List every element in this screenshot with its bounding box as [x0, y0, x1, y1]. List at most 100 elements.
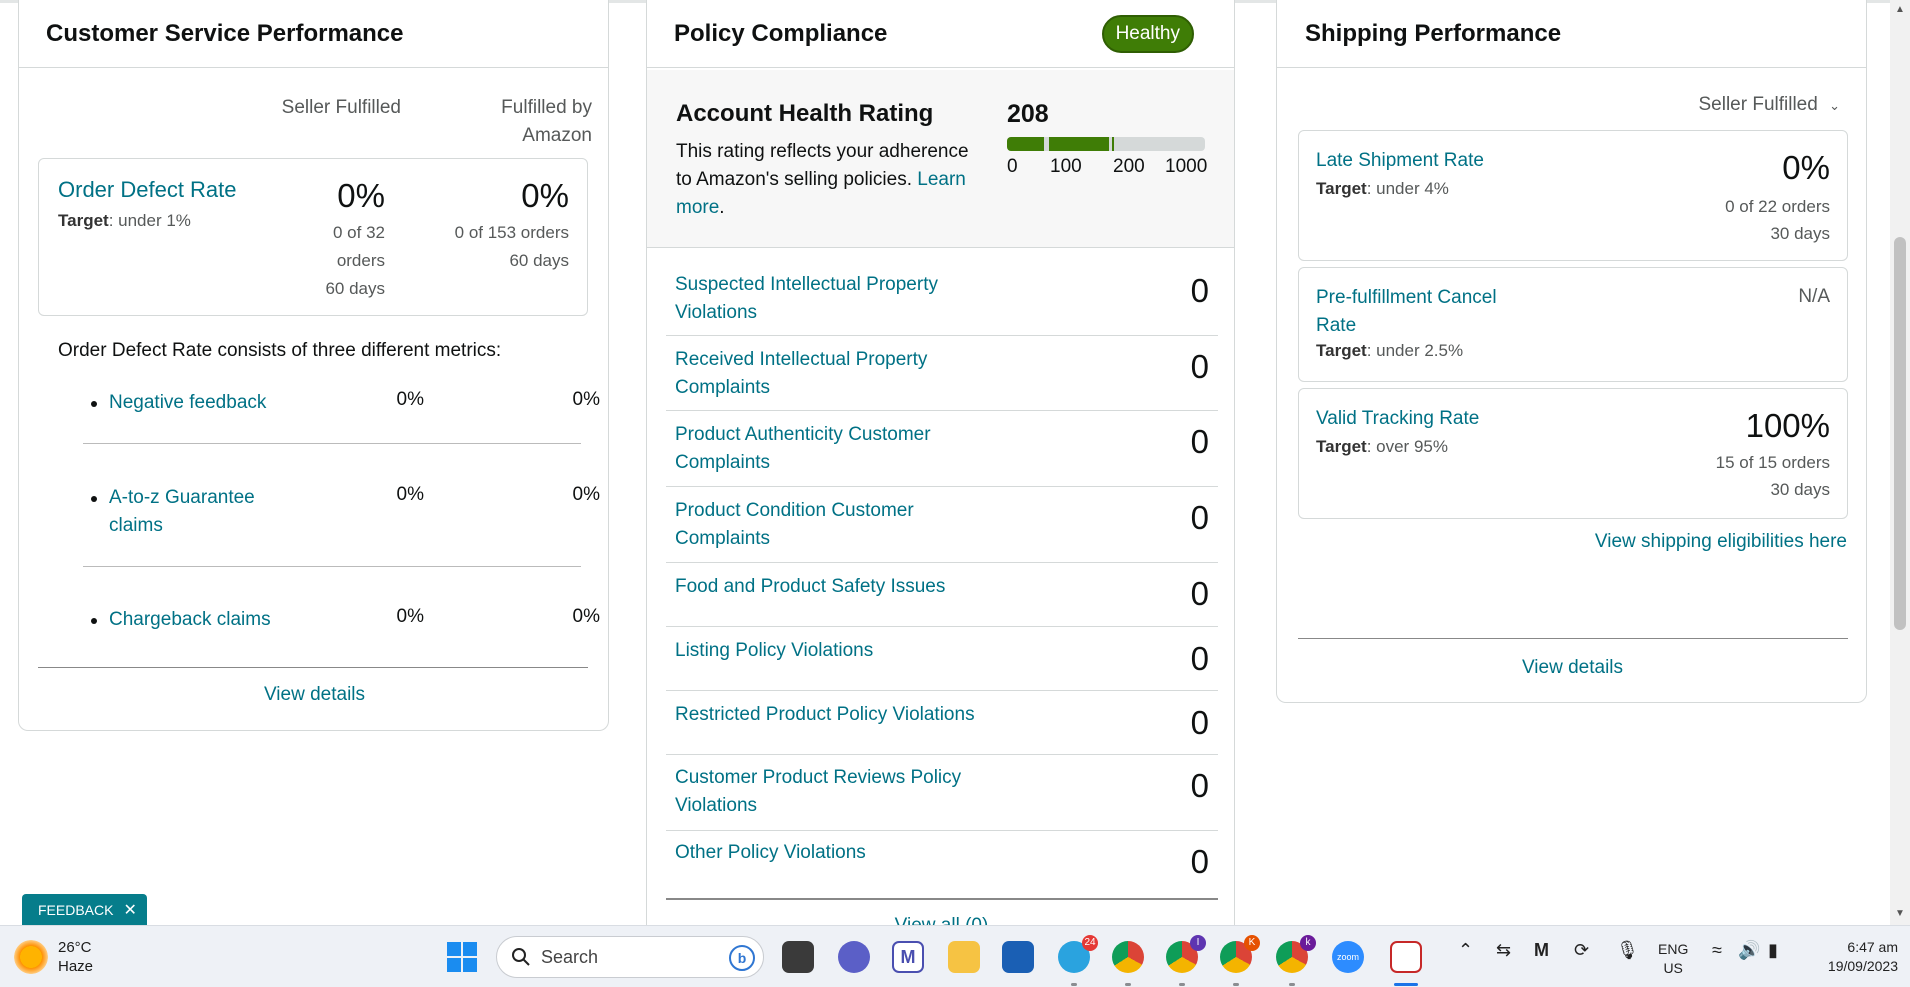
chrome-profile-icon[interactable]: k: [1276, 935, 1316, 973]
chevron-down-icon: ⌄: [1829, 98, 1840, 113]
policy-row: Received Intellectual Property Complaint…: [666, 336, 1218, 411]
metric-orders: 15 of 15 orders: [1715, 453, 1830, 472]
system-clock[interactable]: 6:47 am 19/09/2023: [1810, 938, 1898, 976]
bing-icon[interactable]: b: [729, 945, 755, 971]
language-indicator[interactable]: ENG US: [1658, 940, 1688, 978]
volume-icon[interactable]: 🔊: [1738, 940, 1760, 961]
order-defect-rate-link[interactable]: Order Defect Rate: [58, 177, 237, 203]
valid-tracking-rate-link[interactable]: Valid Tracking Rate: [1316, 405, 1479, 433]
bullet: [91, 496, 97, 502]
microsoft-store-icon[interactable]: [1002, 941, 1034, 973]
target-label: Target: [1316, 437, 1367, 456]
chrome-profile-icon[interactable]: I: [1166, 935, 1206, 973]
metric-fba-value: 0%: [572, 389, 600, 410]
view-details-link[interactable]: View details: [1277, 657, 1868, 679]
feedback-label: FEEDBACK: [38, 902, 114, 918]
microphone-icon[interactable]: 🎙: [1616, 940, 1639, 961]
column-header-seller: Seller Fulfilled: [281, 97, 401, 118]
weather-temp: 26°C: [58, 939, 92, 956]
pre-fulfillment-cancel-box: Pre-fulfillment Cancel Rate Target: unde…: [1298, 267, 1848, 382]
metric-target: Target: over 95%: [1316, 437, 1448, 457]
feedback-tab[interactable]: FEEDBACK ✕: [22, 894, 147, 925]
running-app-indicator: [1071, 983, 1077, 986]
running-app-indicator: [1289, 983, 1295, 986]
metric-value: 100%: [1745, 407, 1830, 444]
settings-toggle-icon[interactable]: ⇆: [1496, 940, 1511, 961]
policy-link[interactable]: Food and Product Safety Issues: [675, 573, 975, 601]
a-to-z-claims-link[interactable]: A-to-z Guarantee claims: [109, 484, 279, 540]
policy-link[interactable]: Customer Product Reviews Policy Violatio…: [675, 764, 975, 820]
scroll-down-arrow-icon[interactable]: ▼: [1895, 908, 1905, 919]
clock-time: 6:47 am: [1847, 939, 1898, 955]
target-value: : over 95%: [1366, 437, 1448, 456]
policy-link[interactable]: Suspected Intellectual Property Violatio…: [675, 271, 975, 327]
card-title: Policy Compliance: [674, 19, 888, 47]
windows-taskbar: 26°C Haze Search b M 24 I K k zoom ⌃ ⇆ M…: [0, 925, 1910, 987]
scroll-up-arrow-icon[interactable]: ▲: [1895, 4, 1905, 15]
close-icon[interactable]: ✕: [123, 900, 136, 920]
running-app-indicator: [1179, 983, 1185, 986]
metric-sub: 0 of 22 orders 30 days: [1725, 193, 1830, 247]
zoom-icon[interactable]: zoom: [1332, 941, 1364, 973]
pre-fulfillment-cancel-rate-link[interactable]: Pre-fulfillment Cancel Rate: [1316, 284, 1536, 340]
policy-link[interactable]: Product Condition Customer Complaints: [675, 497, 975, 553]
policy-link[interactable]: Product Authenticity Customer Complaints: [675, 421, 975, 477]
lang-line2: US: [1663, 960, 1683, 976]
policy-link[interactable]: Restricted Product Policy Violations: [675, 701, 975, 729]
weather-widget[interactable]: 26°C Haze: [14, 938, 93, 976]
metric-orders: 0 of 22 orders: [1725, 197, 1830, 216]
policy-link[interactable]: Listing Policy Violations: [675, 637, 975, 665]
battery-icon[interactable]: ▮: [1768, 940, 1778, 961]
page: Customer Service Performance Seller Fulf…: [0, 0, 1910, 925]
miro-icon[interactable]: M: [1534, 940, 1549, 961]
odr-fba-orders: 0 of 153 orders: [454, 223, 569, 242]
card-header: Shipping Performance: [1277, 0, 1866, 68]
policy-row: Listing Policy Violations 0: [666, 627, 1218, 691]
status-badge: Healthy: [1101, 14, 1194, 53]
telegram-icon[interactable]: 24: [1058, 935, 1098, 973]
wifi-icon[interactable]: ≈: [1712, 940, 1722, 961]
odr-description: Order Defect Rate consists of three diff…: [58, 340, 502, 361]
target-value: : under 4%: [1366, 179, 1449, 198]
view-all-link[interactable]: View all (0): [647, 915, 1236, 925]
tick-label: 200: [1113, 156, 1145, 177]
windows-start-icon[interactable]: [447, 942, 477, 972]
target-label: Target: [1316, 179, 1367, 198]
chevron-up-icon[interactable]: ⌃: [1458, 940, 1473, 961]
running-app-indicator: [1233, 983, 1239, 986]
gauge-segment-0-100: [1007, 137, 1044, 151]
profile-badge: k: [1300, 935, 1316, 951]
teams-chat-icon[interactable]: [838, 941, 870, 973]
policy-compliance-card: Policy Compliance Healthy Account Health…: [646, 0, 1235, 925]
chrome-profile-icon[interactable]: K: [1220, 935, 1260, 973]
file-explorer-icon[interactable]: [948, 941, 980, 973]
policy-link[interactable]: Other Policy Violations: [675, 839, 975, 867]
negative-feedback-link[interactable]: Negative feedback: [109, 389, 299, 417]
running-app-indicator: [1125, 983, 1131, 986]
odr-fba-period: 60 days: [509, 251, 569, 270]
task-view-icon[interactable]: [782, 941, 814, 973]
shipping-eligibilities-link[interactable]: View shipping eligibilities here: [1595, 531, 1847, 553]
metric-target: Target: under 4%: [1316, 179, 1449, 199]
widget-app-icon[interactable]: M: [892, 941, 924, 973]
valid-tracking-box: Valid Tracking Rate Target: over 95% 100…: [1298, 388, 1848, 519]
shipping-performance-card: Shipping Performance Seller Fulfilled ⌄ …: [1276, 0, 1867, 703]
notification-badge: 24: [1082, 935, 1098, 951]
weather-desc: Haze: [58, 958, 94, 975]
scrollbar-thumb[interactable]: [1894, 237, 1906, 630]
order-defect-rate-box: Order Defect Rate Target: under 1% 0% 0 …: [38, 158, 588, 316]
chargeback-claims-link[interactable]: Chargeback claims: [109, 606, 299, 634]
view-details-link[interactable]: View details: [19, 684, 610, 706]
card-title: Shipping Performance: [1305, 19, 1562, 47]
metric-fba-value: 0%: [572, 606, 600, 627]
metric-period: 30 days: [1770, 480, 1830, 499]
late-shipment-rate-link[interactable]: Late Shipment Rate: [1316, 147, 1484, 175]
snipping-tool-icon[interactable]: [1390, 941, 1422, 973]
policy-link[interactable]: Received Intellectual Property Complaint…: [675, 346, 975, 402]
sync-icon[interactable]: ⟳: [1574, 940, 1589, 961]
fulfillment-select[interactable]: Seller Fulfilled ⌄: [1698, 94, 1840, 116]
chrome-icon[interactable]: [1112, 941, 1144, 973]
odr-seller-orders: 0 of 32: [333, 223, 385, 242]
taskbar-search[interactable]: Search b: [496, 936, 764, 978]
metric-row: Chargeback claims 0% 0%: [70, 606, 600, 636]
